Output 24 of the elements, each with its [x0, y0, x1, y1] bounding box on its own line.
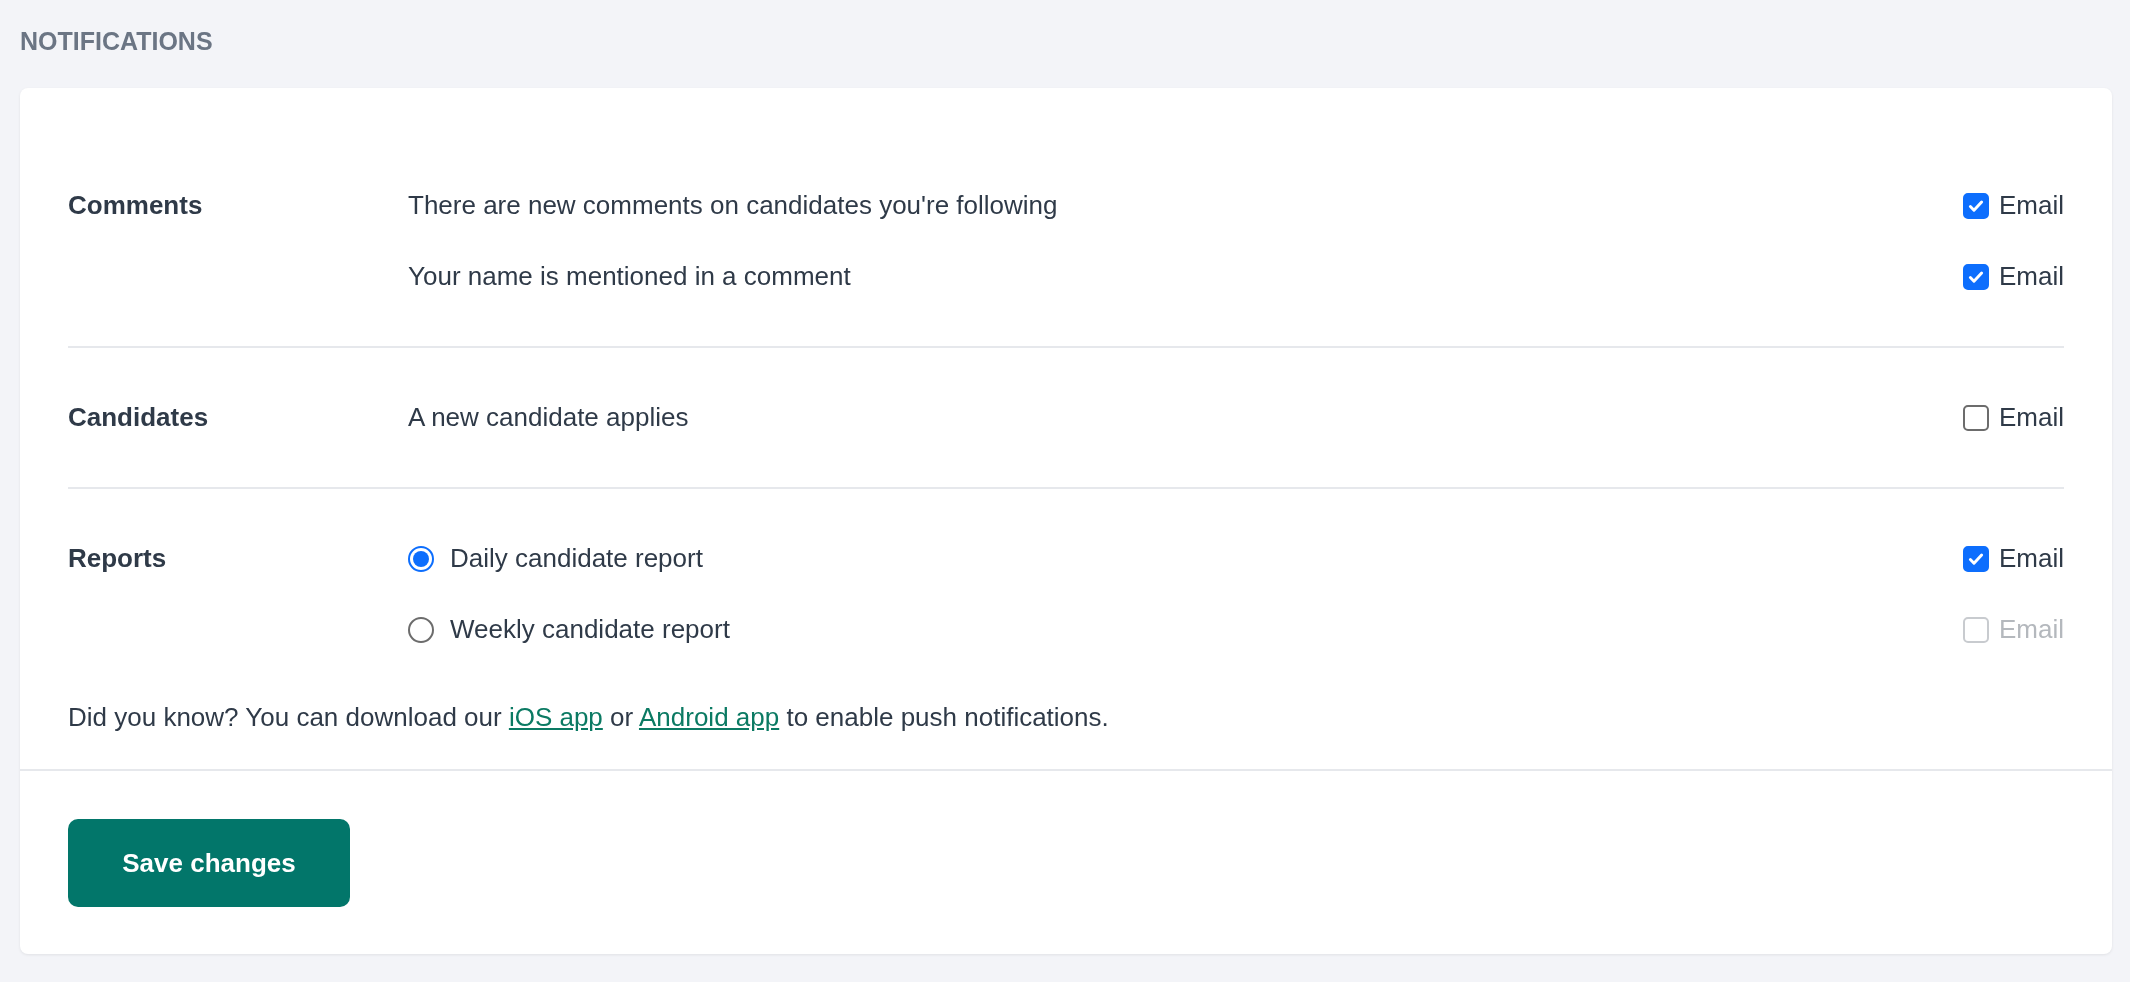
- setting-description: Your name is mentioned in a comment: [408, 260, 851, 293]
- group-label: Candidates: [68, 401, 209, 434]
- radio-button[interactable]: [408, 616, 434, 643]
- checkbox-label: Email: [1999, 189, 2064, 222]
- option-label: Daily candidate report: [450, 542, 703, 575]
- radio-button[interactable]: [408, 545, 434, 572]
- save-button[interactable]: Save changes: [68, 819, 350, 907]
- group-label: Reports: [68, 542, 167, 575]
- setting-description: A new candidate applies: [408, 401, 689, 434]
- checkbox-label: Email: [1999, 613, 2064, 646]
- checkbox-label: Email: [1999, 260, 2064, 293]
- checkbox[interactable]: [1963, 545, 1989, 572]
- checkbox[interactable]: [1963, 192, 1989, 219]
- info-text: Did you know? You can download our iOS app or Android app to enable push notifications.: [68, 701, 1110, 734]
- setting-description: There are new comments on candidates you're following: [408, 189, 1058, 222]
- checkbox[interactable]: [1963, 404, 1989, 431]
- app-link[interactable]: Android app: [638, 702, 780, 732]
- app-link[interactable]: iOS app: [508, 702, 603, 732]
- section-heading: NOTIFICATIONS: [20, 26, 214, 56]
- group-label: Comments: [68, 189, 203, 222]
- checkbox-label: Email: [1999, 401, 2064, 434]
- checkbox[interactable]: [1963, 263, 1989, 290]
- checkbox-label: Email: [1999, 542, 2064, 575]
- option-label: Weekly candidate report: [450, 613, 730, 646]
